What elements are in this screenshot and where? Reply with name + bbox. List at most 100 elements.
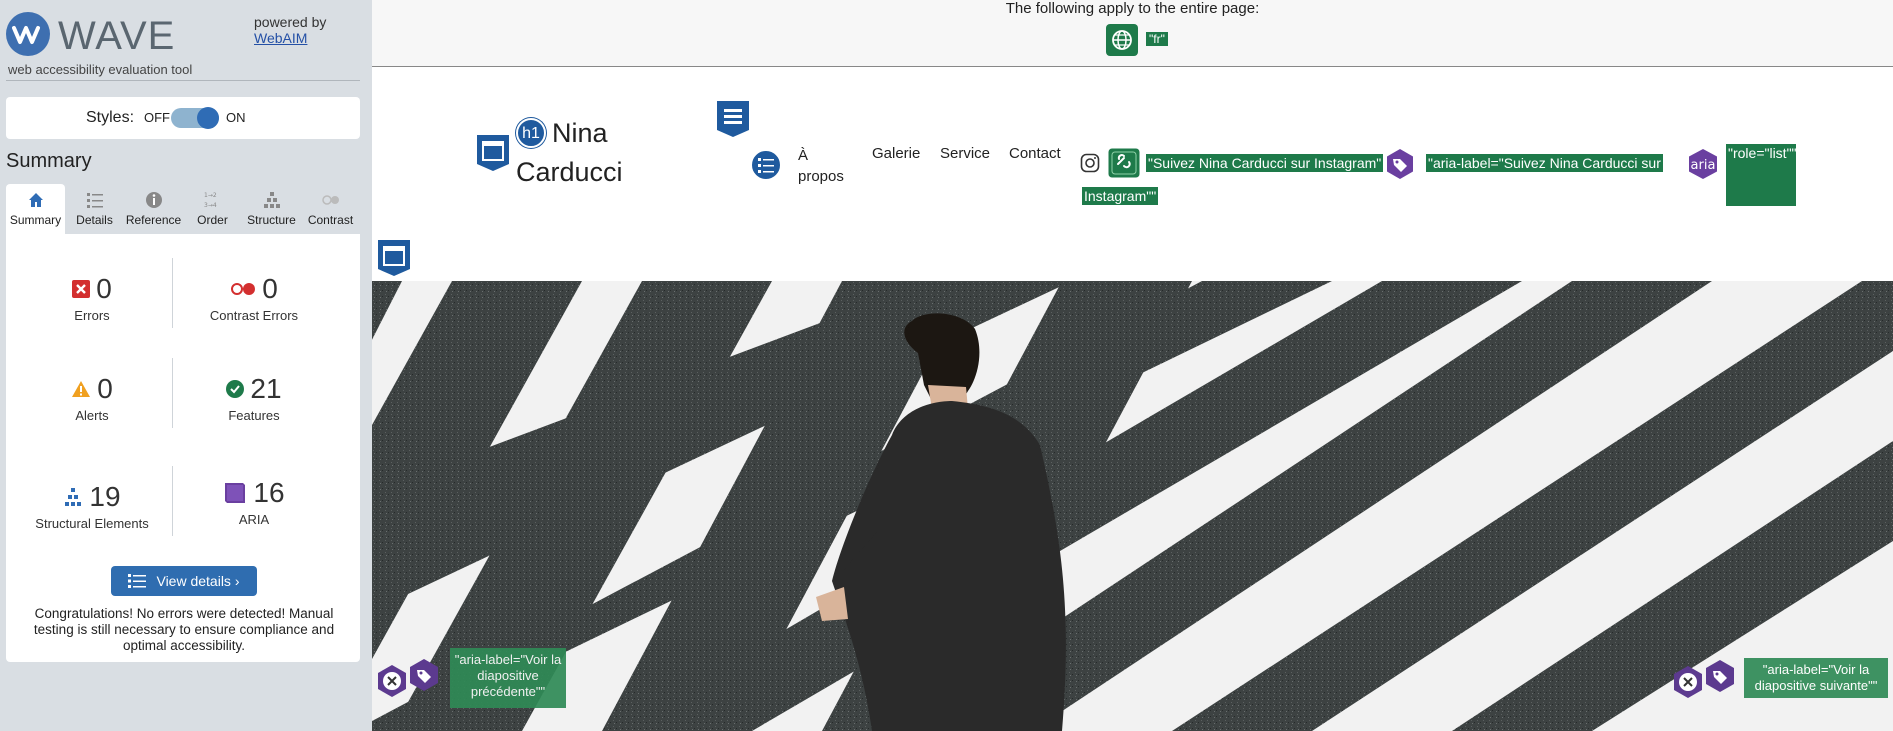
tab-label: Summary [9,213,62,227]
wave-sidebar: WAVE web accessibility evaluation tool p… [0,0,372,731]
slide-next-button-icon[interactable] [1672,665,1704,699]
list-structure-icon[interactable] [750,149,782,181]
view-details-button[interactable]: View details › [111,566,257,596]
svg-text:1→2: 1→2 [204,192,217,199]
styles-off-label: OFF [144,110,170,125]
nav-link-apropos[interactable]: À propos [798,145,844,187]
home-icon [28,193,43,207]
aria-label: ARIA [238,512,270,527]
nav-link-galerie[interactable]: Galerie [872,145,920,162]
svg-text:3→4: 3→4 [204,202,217,209]
error-icon [72,280,91,298]
site-header: h1 Nina Carducci À propos Galerie Service… [372,68,1893,281]
page-level-bar: The following apply to the entire page: … [372,0,1893,67]
alerts-count: 0 [97,373,113,404]
errors-count: 0 [96,273,112,304]
stat-structural[interactable]: 19 Structural Elements [12,480,172,531]
nav-apropos-line2: propos [798,168,844,185]
language-icon[interactable] [1106,24,1138,56]
role-list-tag: "role="list"" [1726,144,1797,206]
aria-label-tag-icon[interactable] [408,658,440,692]
h1-badge-icon[interactable]: h1 [516,118,546,148]
aria-icon [225,483,246,503]
crosswalk-photo [372,281,1893,731]
structure-icon [263,192,280,208]
powered-by: powered by WebAIM [254,14,326,46]
instagram-icon[interactable] [1080,153,1100,173]
link-icon[interactable] [1107,147,1141,179]
aria-role-icon[interactable]: aria [1686,148,1720,180]
contrast-errors-label: Contrast Errors [209,308,299,323]
site-title: h1 Nina Carducci [516,114,623,192]
carousel-hero-image: "aria-label="Voir la diapositive précéde… [372,281,1893,731]
list-icon [86,193,103,208]
styles-toggle-box: Styles: OFF ON [6,97,360,139]
styles-on-label: ON [226,110,246,125]
wave-tagline: web accessibility evaluation tool [8,62,193,77]
instagram-aria-label-line2: Instagram"" [1082,187,1159,205]
slide-prev-button-icon[interactable] [376,664,408,698]
view-details-label: View details › [156,573,240,589]
tab-contrast[interactable]: Contrast [301,184,360,234]
structure-icon [65,488,82,506]
info-icon [145,192,162,208]
features-count: 21 [250,373,282,404]
structural-label: Structural Elements [35,516,149,531]
tab-details[interactable]: Details [65,184,124,234]
summary-heading: Summary [6,150,92,172]
instagram-link-text: "Suivez Nina Carducci sur Instagram" [1146,154,1384,172]
language-tag: "fr" [1146,32,1168,46]
nav-link-contact[interactable]: Contact [1009,145,1061,162]
stat-alerts[interactable]: 0 Alerts [12,372,172,423]
stat-features[interactable]: 21 Features [174,372,334,423]
webaim-link[interactable]: WebAIM [254,30,326,46]
list-icon [128,574,147,588]
styles-label: Styles: [86,109,135,126]
divider [172,358,173,428]
congrats-message: Congratulations! No errors were detected… [33,606,335,653]
tab-summary[interactable]: Summary [6,184,65,234]
summary-panel: 0 Errors 0 Contrast Errors 0 Alerts 21 F… [6,234,360,662]
stat-contrast-errors[interactable]: 0 Contrast Errors [174,272,334,323]
features-label: Features [228,408,280,423]
tab-bar: Summary Details Reference 1→2 3→4 Order S… [6,184,360,234]
contrast-error-icon [231,283,256,295]
wave-logo-icon [6,12,50,56]
tab-label: Details [76,213,113,227]
tab-order[interactable]: 1→2 3→4 Order [183,184,242,234]
site-title-line2: Carducci [516,157,623,187]
stat-aria[interactable]: 16 ARIA [174,476,334,527]
prev-slide-aria-label: "aria-label="Voir la diapositive précéde… [450,648,566,708]
toggle-knob[interactable] [197,107,219,129]
aria-count: 16 [253,477,285,508]
alerts-label: Alerts [75,408,109,423]
divider [172,258,173,328]
structural-count: 19 [89,481,121,512]
divider [6,80,360,81]
errors-label: Errors [74,308,110,323]
aria-label-tag-icon[interactable] [1704,659,1736,693]
tab-label: Contrast [307,213,354,227]
wave-logo-word: WAVE [58,14,176,58]
header-region-icon[interactable] [476,134,510,172]
tab-label: Structure [247,213,296,227]
nav-link-service[interactable]: Service [940,145,990,162]
next-slide-aria-label: "aria-label="Voir la diapositive suivant… [1744,658,1888,698]
tab-reference[interactable]: Reference [124,184,183,234]
tab-label: Reference [125,213,182,227]
tab-structure[interactable]: Structure [242,184,301,234]
nav-apropos-line1: À [798,147,809,164]
contrast-errors-count: 0 [262,273,278,304]
powered-by-label: powered by [254,14,327,30]
main-region-icon[interactable] [377,239,411,277]
feature-check-icon [226,380,245,398]
page-level-text: The following apply to the entire page: [1005,0,1260,17]
styles-toggle[interactable] [171,107,219,129]
nav-region-icon[interactable] [716,100,750,138]
aria-label-tag-icon[interactable] [1384,148,1416,180]
alert-icon [72,381,91,397]
order-icon: 1→23→4 [204,192,217,209]
svg-text:aria: aria [1691,158,1716,173]
site-title-line1: Nina [552,118,608,148]
stat-errors[interactable]: 0 Errors [12,272,172,323]
